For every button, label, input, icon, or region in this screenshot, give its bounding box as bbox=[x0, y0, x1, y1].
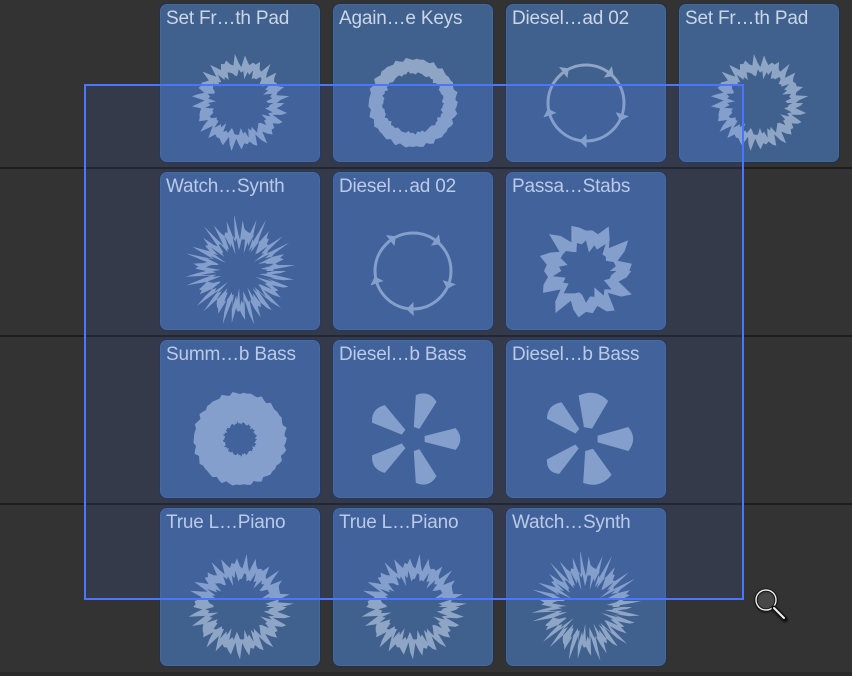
waveform-icon bbox=[333, 44, 493, 162]
waveform-icon bbox=[506, 548, 666, 666]
waveform-icon bbox=[160, 548, 320, 666]
waveform-icon bbox=[506, 44, 666, 162]
waveform-icon bbox=[160, 212, 320, 330]
loop-label: Watch…Synth bbox=[166, 176, 314, 198]
loop-cell[interactable]: True L…Piano bbox=[332, 507, 494, 667]
loop-label: Diesel…ad 02 bbox=[512, 8, 660, 30]
loop-label: True L…Piano bbox=[166, 512, 314, 534]
loop-label: Diesel…b Bass bbox=[339, 344, 487, 366]
loop-cell[interactable]: Summ…b Bass bbox=[159, 339, 321, 499]
loop-label: Watch…Synth bbox=[512, 512, 660, 534]
loop-cell[interactable]: Diesel…b Bass bbox=[505, 339, 667, 499]
loop-label: Passa…Stabs bbox=[512, 176, 660, 198]
waveform-icon bbox=[506, 212, 666, 330]
waveform-icon bbox=[506, 380, 666, 498]
loop-label: True L…Piano bbox=[339, 512, 487, 534]
waveform-icon bbox=[333, 380, 493, 498]
loop-label: Set Fr…th Pad bbox=[166, 8, 314, 30]
loop-label: Diesel…ad 02 bbox=[339, 176, 487, 198]
loop-cell[interactable]: Diesel…b Bass bbox=[332, 339, 494, 499]
loop-cell[interactable]: Passa…Stabs bbox=[505, 171, 667, 331]
waveform-icon bbox=[160, 380, 320, 498]
loop-cell[interactable]: Set Fr…th Pad bbox=[678, 3, 840, 163]
waveform-icon bbox=[333, 548, 493, 666]
loop-cell[interactable]: Watch…Synth bbox=[505, 507, 667, 667]
loop-cell[interactable]: Watch…Synth bbox=[159, 171, 321, 331]
loop-cell[interactable]: True L…Piano bbox=[159, 507, 321, 667]
waveform-icon bbox=[160, 44, 320, 162]
loop-label: Set Fr…th Pad bbox=[685, 8, 833, 30]
loop-cell[interactable]: Diesel…ad 02 bbox=[332, 171, 494, 331]
waveform-icon bbox=[679, 44, 839, 162]
loop-cell[interactable]: Diesel…ad 02 bbox=[505, 3, 667, 163]
waveform-icon bbox=[333, 212, 493, 330]
loop-cell[interactable]: Again…e Keys bbox=[332, 3, 494, 163]
live-loops-grid[interactable]: Set Fr…th Pad Again…e Keys Diesel…ad 02 … bbox=[0, 0, 852, 676]
loop-label: Again…e Keys bbox=[339, 8, 487, 30]
loop-cell[interactable]: Set Fr…th Pad bbox=[159, 3, 321, 163]
loop-label: Summ…b Bass bbox=[166, 344, 314, 366]
loop-label: Diesel…b Bass bbox=[512, 344, 660, 366]
